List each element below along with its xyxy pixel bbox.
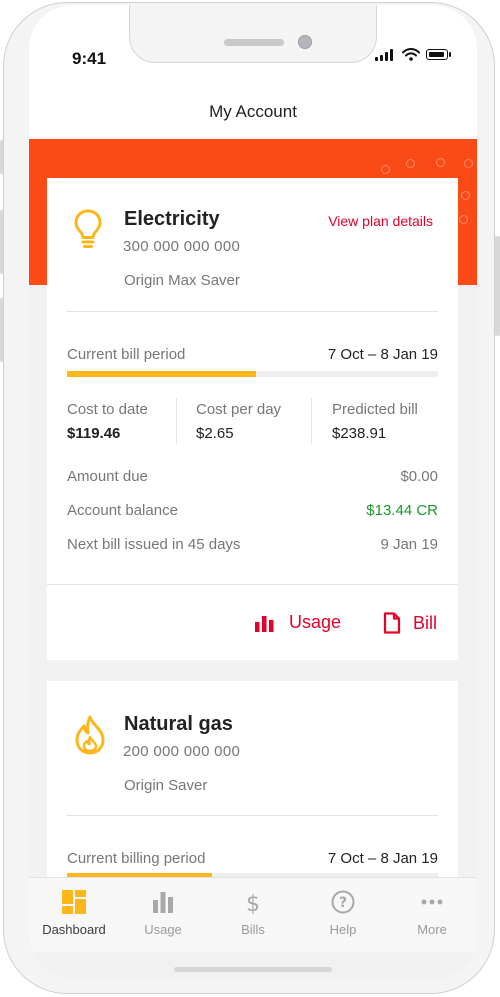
account-balance-value: $13.44 CR [366,502,438,519]
tab-label: Help [329,922,357,937]
gas-card: Natural gas 200 000 000 000 Origin Saver… [47,681,458,901]
tab-label: More [417,922,447,937]
predicted-bill-label: Predicted bill [332,401,418,418]
bill-button[interactable]: Bill [383,612,437,634]
usage-icon [153,892,173,913]
divider [67,815,438,816]
account-number: 300 000 000 000 [123,238,241,255]
predicted-bill-value: $238.91 [332,425,387,442]
dollar-icon: $ [246,892,260,914]
next-bill-date: 9 Jan 19 [380,536,438,553]
app-header: My Account [29,75,477,139]
tab-more[interactable]: More [387,878,477,952]
divider [47,584,458,585]
plan-name: Origin Saver [124,777,208,794]
dashboard-icon [62,890,86,914]
flame-icon [75,715,105,755]
help-icon: ? [331,890,355,914]
cost-per-day-value: $2.65 [196,425,234,442]
phone-frame: 9:41 My Account Electricity 300 000 000 … [3,2,495,994]
tab-label: Bills [241,922,265,937]
account-balance-label: Account balance [67,502,178,519]
battery-icon [426,49,448,60]
battery-tip [449,52,451,57]
account-number: 200 000 000 000 [123,743,241,760]
svg-text:$: $ [246,892,260,914]
amount-due-label: Amount due [67,468,148,485]
wifi-icon [402,48,420,61]
service-name: Natural gas [124,713,233,735]
app-screen: 9:41 My Account Electricity 300 000 000 … [29,5,477,979]
bill-period-dates: 7 Oct – 8 Jan 19 [327,850,438,867]
column-separator [311,398,312,444]
divider [67,311,438,312]
usage-button[interactable]: Usage [255,612,341,633]
cost-to-date-value: $119.46 [67,425,121,442]
speaker-grille [224,39,284,46]
power-button [495,236,500,336]
tab-help[interactable]: ? Help [298,878,388,952]
cost-to-date-label: Cost to date [67,401,148,418]
tab-label: Dashboard [42,922,106,937]
svg-text:?: ? [339,895,347,911]
tab-bills[interactable]: $ Bills [208,878,298,952]
next-bill-label: Next bill issued in 45 days [67,536,241,553]
bill-period-label: Current billing period [67,850,206,867]
signal-icon [375,49,393,61]
cost-per-day-label: Cost per day [196,401,282,418]
bill-period-dates: 7 Oct – 8 Jan 19 [327,346,438,363]
electricity-card: Electricity 300 000 000 000 Origin Max S… [47,178,458,660]
tab-label: Usage [144,922,182,937]
tab-bar: Dashboard Usage $ Bills ? Help More [29,877,477,952]
front-camera [298,35,312,49]
bill-period-progress-fill [67,371,257,377]
tab-dashboard[interactable]: Dashboard [29,878,119,952]
home-indicator [174,967,332,972]
service-name: Electricity [124,208,220,230]
tab-usage[interactable]: Usage [118,878,208,952]
bill-button-label: Bill [413,612,438,633]
page-title: My Account [209,102,297,121]
more-icon [421,899,443,905]
lightbulb-icon [74,209,102,248]
bar-chart-icon [255,615,274,632]
status-time: 9:41 [72,49,107,68]
document-icon [383,612,401,634]
column-separator [176,398,177,444]
amount-due-value: $0.00 [400,468,438,485]
phone-notch [129,5,377,63]
usage-button-label: Usage [289,612,342,632]
plan-name: Origin Max Saver [124,272,240,289]
bill-period-label: Current bill period [67,346,186,363]
bill-period-progress [67,371,438,377]
view-plan-details-link[interactable]: View plan details [328,213,433,229]
